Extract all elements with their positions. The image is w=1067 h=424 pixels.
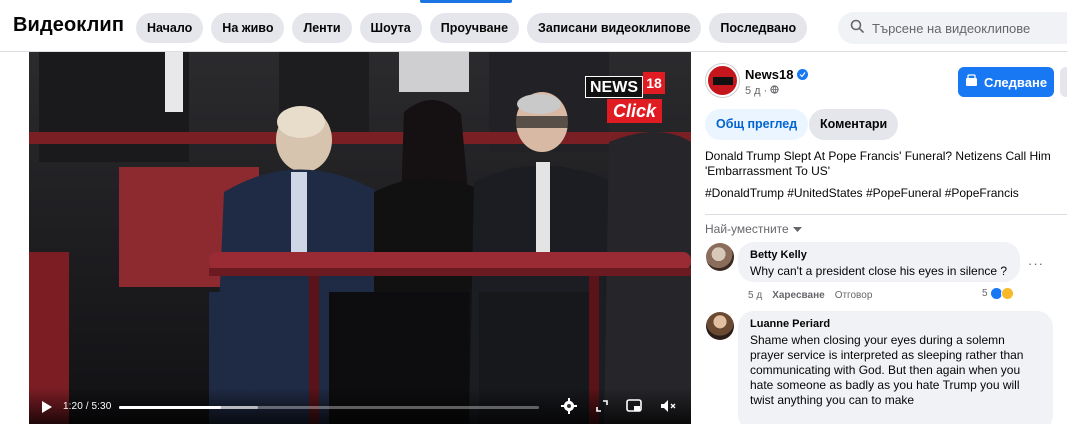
tab-reels[interactable]: Ленти [292,13,352,43]
video-player[interactable]: NEWS 18 Click 1:20 / 5:30 [29,52,691,424]
news18-avatar[interactable] [706,64,739,97]
active-tab-indicator [420,0,512,3]
tab-following[interactable]: Последвано [709,13,808,43]
page-name-row[interactable]: News18 [745,67,809,82]
search-input[interactable] [872,20,1052,36]
sort-label: Най-уместните [705,222,789,236]
reply-button[interactable]: Отговор [835,290,873,301]
comment-text: Shame when closing your eyes during a so… [750,333,1024,407]
comment-author[interactable]: Luanne Periard [750,318,1041,331]
reaction-summary[interactable]: 5 [982,287,1014,300]
video-time: 1:20 / 5:30 [63,401,112,412]
comment-actions: 5 д Харесване Отговор [748,290,872,301]
comment-time: 5 д [748,290,763,301]
news18-click-logo: NEWS 18 Click [585,72,669,126]
commenter-avatar[interactable] [706,243,734,271]
more-options-button[interactable] [1060,67,1067,97]
search-box[interactable] [838,12,1067,44]
comment-author[interactable]: Betty Kelly [750,249,1008,262]
comment-sort-dropdown[interactable]: Най-уместните [705,222,802,236]
post-text: Donald Trump Slept At Pope Francis' Fune… [705,149,1051,178]
play-icon[interactable] [41,400,53,414]
tab-explore[interactable]: Проучване [429,13,520,43]
caret-down-icon [792,222,802,236]
globe-icon [770,85,780,97]
page-title: Видеоклип [13,14,125,36]
video-tabs: Начало На живо Ленти Шоута Проучване Зап… [136,13,808,43]
top-navigation-bar: Видеоклип Начало На живо Ленти Шоута Про… [0,0,1067,52]
logo-number: 18 [643,72,665,94]
fullscreen-icon[interactable] [591,396,613,416]
tab-overview[interactable]: Общ преглед [705,109,809,140]
logo-news-text: NEWS [585,76,643,98]
follow-label: Следване [983,74,1048,90]
verified-badge-icon [797,69,809,80]
tab-shows[interactable]: Шоута [359,13,422,43]
divider [705,214,1067,215]
tab-home[interactable]: Начало [136,13,204,43]
post-hashtags[interactable]: #DonaldTrump #UnitedStates #PopeFuneral … [705,186,1067,201]
comment-bubble: Betty Kelly Why can't a president close … [738,242,1020,282]
tab-comments[interactable]: Коментари [809,109,899,140]
search-icon [850,19,864,38]
comment-options-icon[interactable]: ··· [1028,256,1044,271]
video-controls: 1:20 / 5:30 [29,388,691,424]
follow-button[interactable]: Следване [958,67,1054,97]
haha-reaction-icon [1000,287,1014,300]
post-panel: News18 5 д · Следване Общ преглед Комент… [703,52,1067,424]
tab-saved-videos[interactable]: Записани видеоклипове [527,13,702,43]
post-time: 5 д · [745,85,771,97]
reaction-count: 5 [982,288,988,299]
commenter-avatar[interactable] [706,312,734,340]
miniplayer-icon[interactable] [623,396,645,416]
settings-gear-icon[interactable] [558,396,580,416]
logo-click-text: Click [607,99,663,123]
tab-live[interactable]: На живо [211,13,285,43]
progress-bar[interactable] [119,406,539,409]
post-meta: 5 д · [745,85,780,97]
like-button[interactable]: Харесване [772,290,825,301]
progress-fill [119,406,221,409]
page-name[interactable]: News18 [745,67,793,82]
volume-muted-icon[interactable] [657,396,679,416]
comment-bubble: Luanne Periard Shame when closing your e… [738,311,1053,424]
follow-icon [965,74,978,90]
comment-text: Why can't a president close his eyes in … [750,264,1008,278]
